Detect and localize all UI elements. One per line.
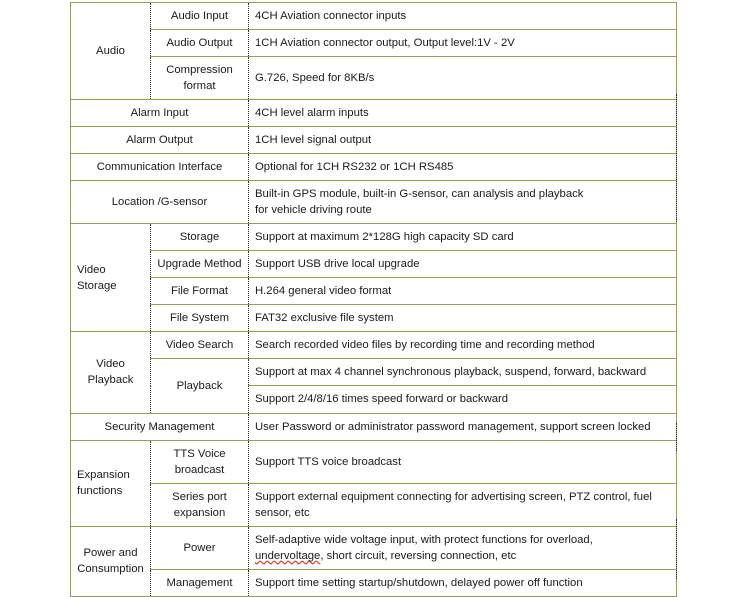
table-row: Video Storage Storage Support at maximum… [70,223,677,333]
subitem-label-audio-output: Audio Output [150,29,249,58]
table-row: Expansion functions TTS Voice broadcast … [70,439,677,527]
dotted-edge-marker-upper [676,94,677,222]
value-cell-compression-format: G.726, Speed for 8KB/s [248,56,677,101]
value-line: for vehicle driving route [255,204,372,217]
dotted-edge-marker-lower [676,423,677,451]
value-line-justified: Self-adaptive wide voltage input, with p… [255,533,593,546]
category-cell-security-management: Security Management [70,412,249,441]
value-cell-security-management: User Password or administrator password … [248,412,677,441]
value-line: sensor, etc [255,506,310,519]
table-row: Alarm Input 4CH level alarm inputs [70,99,677,128]
category-cell-alarm-input: Alarm Input [70,99,249,128]
table-row: Communication Interface Optional for 1CH… [70,153,677,182]
category-cell-audio: Audio [70,1,151,101]
value-cell-management: Support time setting startup/shutdown, d… [248,568,677,597]
table-row: Audio Audio Input 4CH Aviation connector… [70,1,677,101]
subitem-label-playback: Playback [150,358,249,414]
value-line: undervoltage, short circuit, reversing c… [255,548,670,564]
value-cell-storage: Support at maximum 2*128G high capacity … [248,223,677,252]
subitem-label-upgrade-method: Upgrade Method [150,250,249,279]
value-cell-upgrade-method: Support USB drive local upgrade [248,250,677,279]
value-cell-alarm-input: 4CH level alarm inputs [248,99,677,128]
specification-table: Audio Audio Input 4CH Aviation connector… [70,1,677,597]
value-line: Built-in GPS module, built-in G-sensor, … [255,188,584,201]
value-line: Support external equipment connecting fo… [255,490,652,503]
category-cell-communication-interface: Communication Interface [70,153,249,182]
table-row: Playback Support at max 4 channel synchr… [71,358,677,414]
misspelled-word: undervoltage [255,549,321,562]
dotted-edge-marker-bottom [676,519,677,579]
table-row: Audio Output 1CH Aviation connector outp… [71,29,677,58]
subitem-label-storage: Storage [150,223,249,252]
table-row: Video Playback Video Search Search recor… [70,331,677,414]
subitem-label-management: Management [150,568,249,597]
subitem-label-compression-format: Compression format [150,56,249,101]
value-cell-audio-input: 4CH Aviation connector inputs [248,1,677,31]
category-cell-power-consumption: Power and Consumption [70,525,151,597]
table-row: Power and Consumption Power Self-adaptiv… [70,525,677,597]
category-cell-expansion-functions: Expansion functions [70,439,151,527]
value-cell-communication-interface: Optional for 1CH RS232 or 1CH RS485 [248,153,677,182]
table-row: Security Management User Password or adm… [70,412,677,441]
value-cell-location-gsensor: Built-in GPS module, built-in G-sensor, … [248,180,677,225]
subitem-label-file-format: File Format [150,277,249,306]
value-cell-playback-1: Support at max 4 channel synchronous pla… [248,358,677,387]
subitem-label-file-system: File System [150,304,249,333]
subitem-label-power: Power [150,525,249,570]
value-cell-file-system: FAT32 exclusive file system [248,304,677,333]
subitem-label-audio-input: Audio Input [150,1,249,31]
value-line-rest: , short circuit, reversing connection, e… [320,549,517,562]
table-row: File System FAT32 exclusive file system [71,304,677,333]
value-cell-tts-voice-broadcast: Support TTS voice broadcast [248,439,677,484]
subitem-label-video-search: Video Search [150,331,249,360]
value-cell-series-port-expansion: Support external equipment connecting fo… [248,482,677,527]
category-cell-alarm-output: Alarm Output [70,126,249,155]
value-cell-video-search: Search recorded video files by recording… [248,331,677,360]
value-cell-audio-output: 1CH Aviation connector output, Output le… [248,29,677,58]
category-cell-video-storage: Video Storage [70,223,151,333]
table-row: Series port expansion Support external e… [71,482,677,527]
value-cell-power-management: Self-adaptive wide voltage input, with p… [248,525,677,570]
table-row: Compression format G.726, Speed for 8KB/… [71,56,677,101]
subitem-label-series-port-expansion: Series port expansion [150,482,249,527]
specification-table-container: Audio Audio Input 4CH Aviation connector… [70,1,677,597]
value-cell-alarm-output: 1CH level signal output [248,126,677,155]
subitem-label-tts-voice-broadcast: TTS Voice broadcast [150,439,249,484]
value-cell-playback-2: Support 2/4/8/16 times speed forward or … [248,385,677,414]
category-cell-location-gsensor: Location /G-sensor [70,180,249,225]
table-row: Upgrade Method Support USB drive local u… [71,250,677,279]
table-row: Alarm Output 1CH level signal output [70,126,677,155]
table-row: File Format H.264 general video format [71,277,677,306]
table-row: Location /G-sensor Built-in GPS module, … [70,180,677,225]
value-cell-file-format: H.264 general video format [248,277,677,306]
category-cell-video-playback: Video Playback [70,331,151,414]
table-row: Management Support time setting startup/… [71,568,677,597]
